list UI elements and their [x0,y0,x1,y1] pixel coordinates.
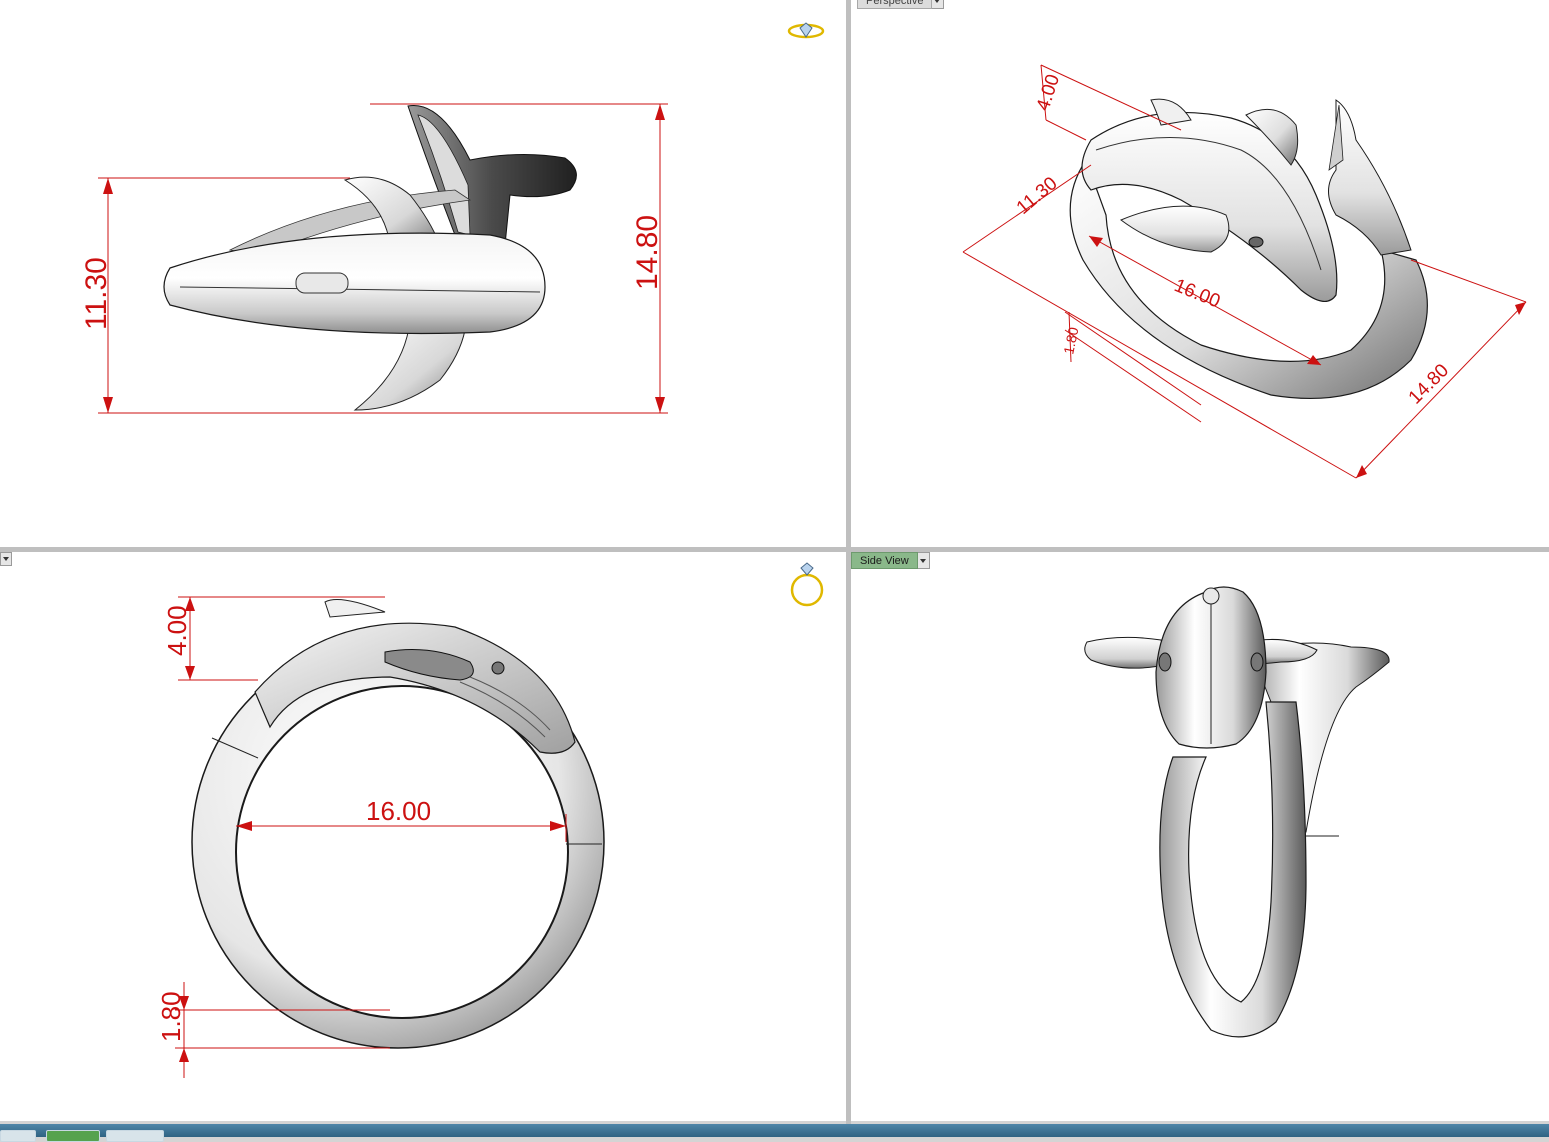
taskbar [0,1124,1549,1142]
dim-top-width: 11.30 [80,257,113,330]
viewport-front[interactable]: 4.00 16.00 1.80 [0,552,846,1121]
taskbar-button-2[interactable] [46,1130,100,1142]
front-view-canvas: 4.00 16.00 1.80 [156,562,824,1078]
ring-front-icon[interactable] [790,562,824,607]
dim-front-height: 4.00 [162,605,192,656]
dim-persp-top: 4.00 [1033,72,1064,114]
viewport-divider-horizontal[interactable] [0,547,1549,552]
dim-front-inner: 16.00 [366,796,431,826]
dim-top-length: 14.80 [631,215,664,290]
dim-persp-band: 1.80 [1060,325,1081,355]
viewport-side[interactable]: Side View [851,552,1549,1121]
perspective-view-canvas: 4.00 11.30 16.00 1.80 14.80 [962,64,1527,479]
dim-persp-inner: 16.00 [1171,275,1223,312]
side-view-canvas [1084,586,1390,1038]
dim-front-band: 1.80 [156,991,186,1042]
dim-persp-width: 11.30 [1013,173,1062,219]
top-view-canvas: 11.30 14.80 [80,22,825,414]
viewport-divider-vertical[interactable] [846,0,851,1124]
viewport-top[interactable]: 11.30 14.80 [0,0,846,547]
viewport-perspective[interactable]: Perspective 4.00 11.30 16.00 1.80 14.80 [851,0,1549,547]
ring-diamond-icon[interactable] [787,22,825,39]
taskbar-button-3[interactable] [106,1130,164,1142]
taskbar-button-1[interactable] [0,1130,36,1142]
